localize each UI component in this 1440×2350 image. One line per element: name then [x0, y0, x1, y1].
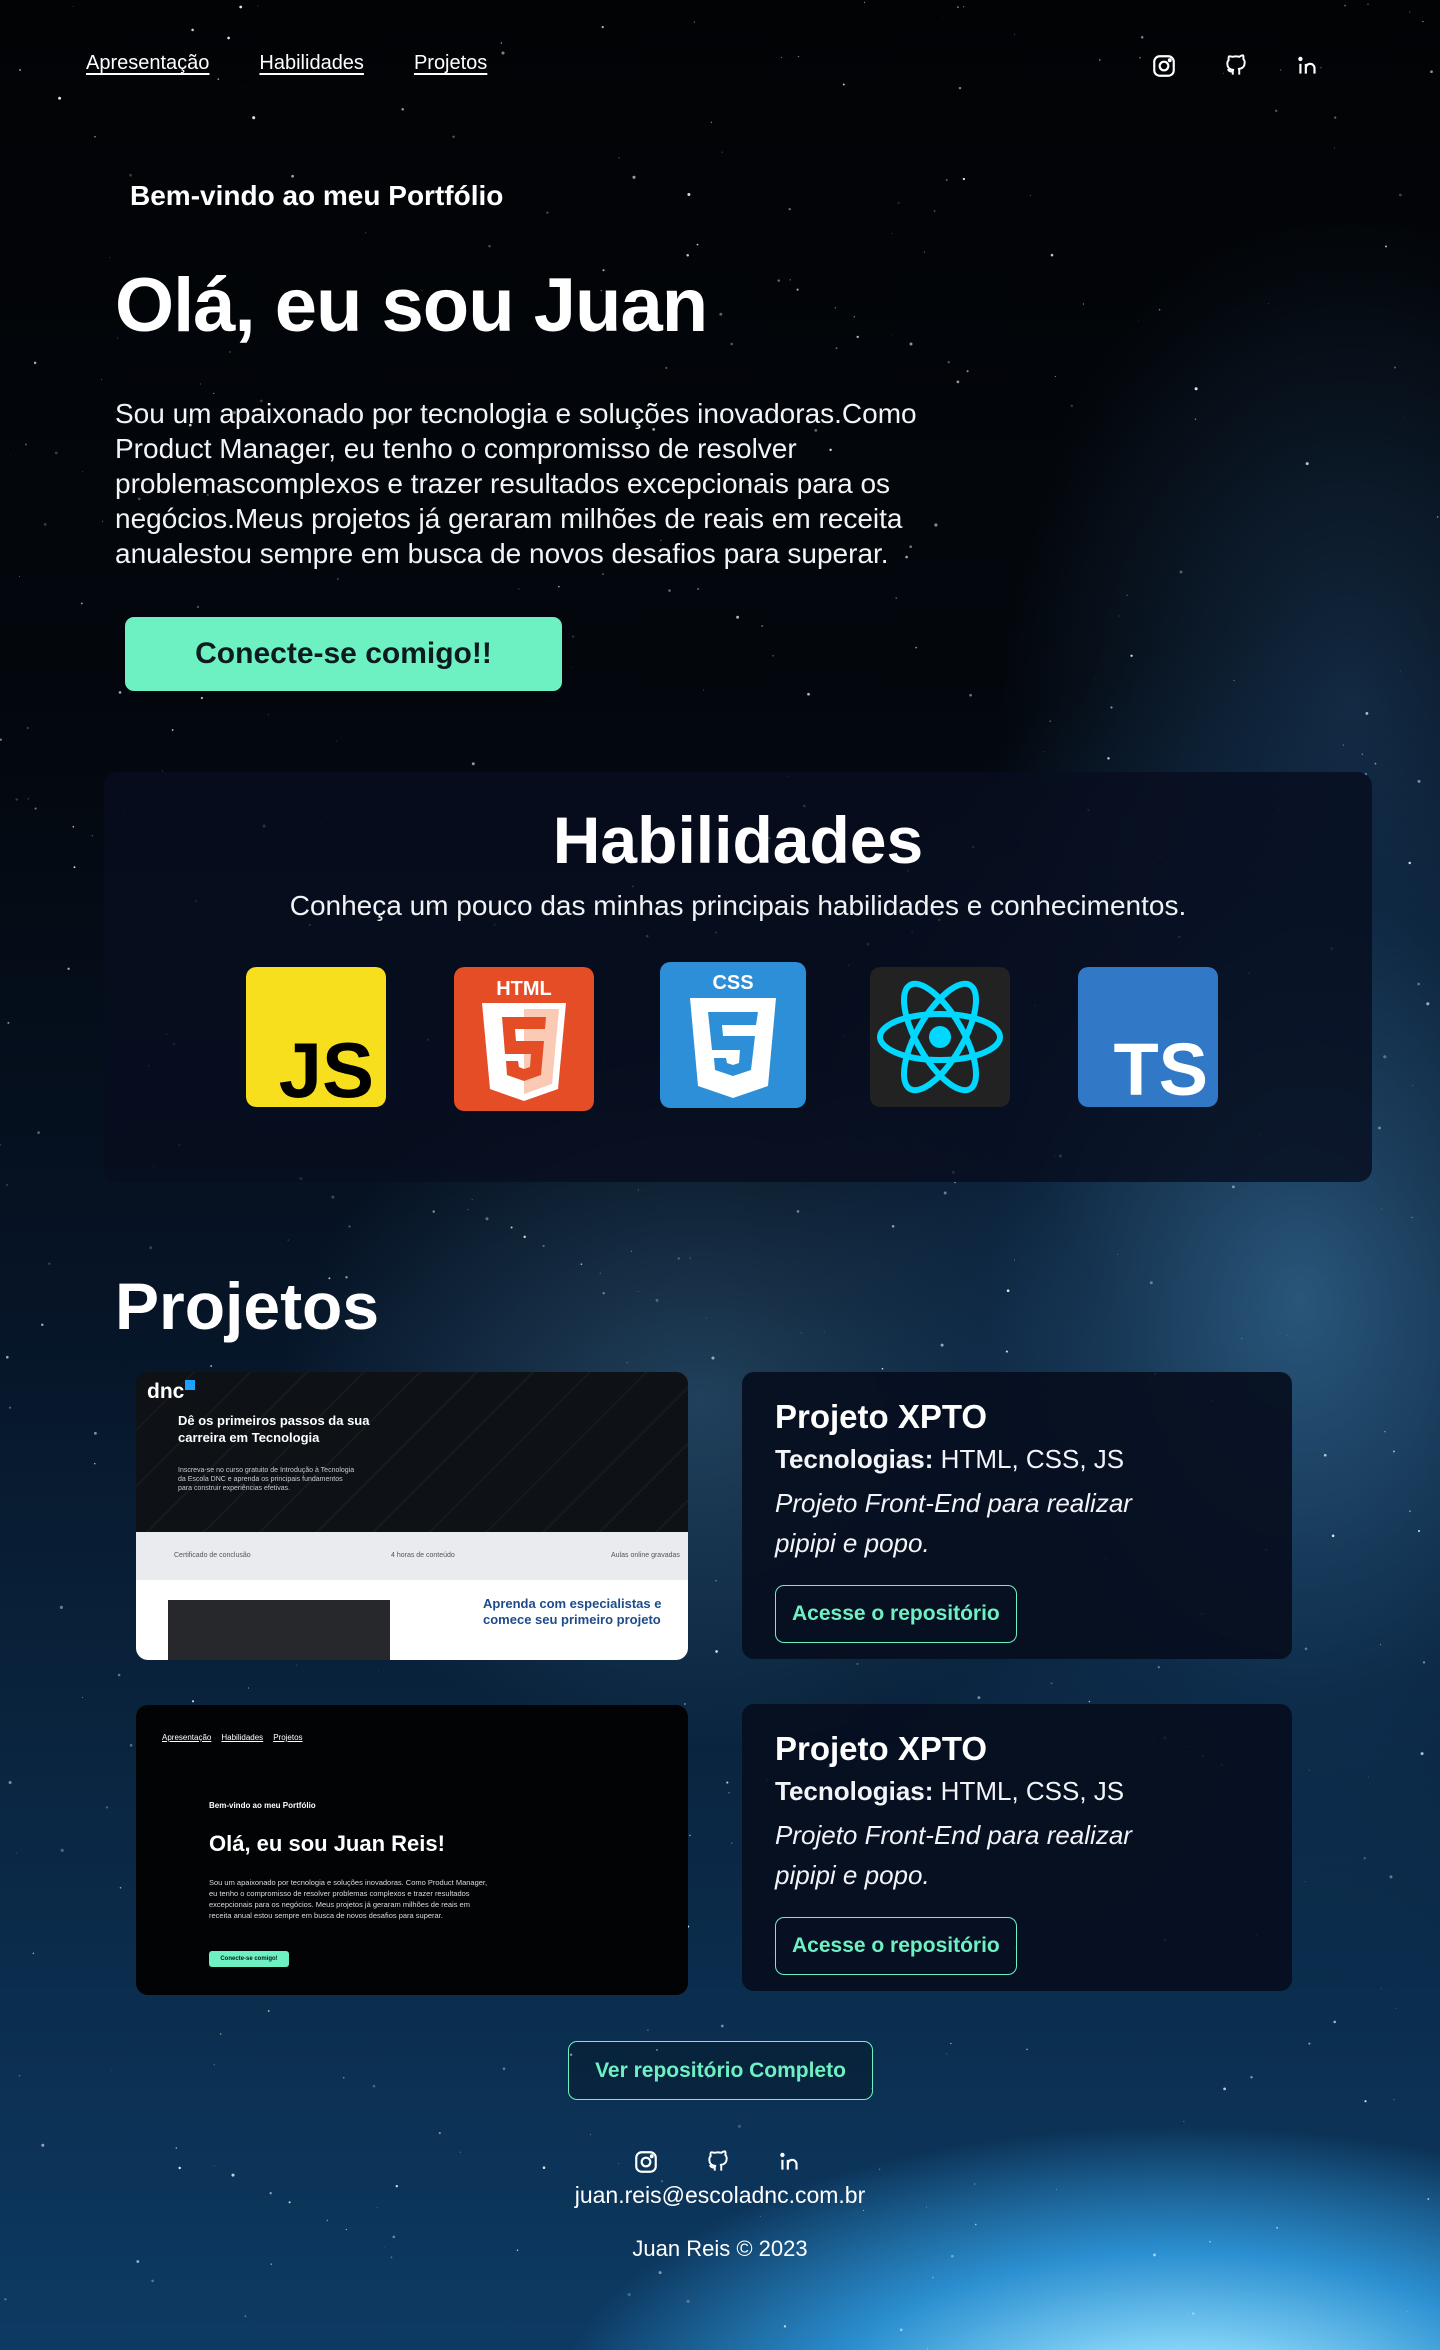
thumbnail-aprenda: Aprenda com especialistas e comece seu p…	[483, 1596, 662, 1627]
skills-title: Habilidades	[552, 803, 924, 877]
welcome-heading: Bem-vindo ao meu Portfólio	[130, 180, 504, 211]
project-tech: Tecnologias: HTML, CSS, JS	[775, 1776, 1125, 1806]
connect-button[interactable]: Conecte-se comigo!!	[125, 617, 562, 691]
thumbnail-video	[168, 1600, 390, 1660]
skills-subtitle: Conheça um pouco das minhas principais h…	[289, 890, 1187, 921]
thumbnail-button: Conecte-se comigo!	[209, 1951, 289, 1967]
instagram-icon[interactable]	[632, 2148, 660, 2176]
project-card-1: Projeto XPTO Tecnologias: HTML, CSS, JS …	[742, 1372, 1292, 1659]
thumbnail-paragraph: Inscreva-se no curso gratuito de Introdu…	[178, 1467, 355, 1492]
project-title: Projeto XPTO	[775, 1398, 988, 1435]
svg-text:HTML: HTML	[496, 978, 552, 1000]
linkedin-icon[interactable]	[1294, 52, 1322, 80]
project-tech: Tecnologias: HTML, CSS, JS	[775, 1444, 1125, 1474]
github-icon[interactable]	[1222, 52, 1250, 80]
repository-button[interactable]: Acesse o repositório	[775, 1585, 1017, 1643]
project-thumbnail-dnc: dnc Dê os primeiros passos da sua carrei…	[136, 1372, 688, 1660]
svg-text:CSS: CSS	[712, 972, 753, 994]
contact-email[interactable]: juan.reis@escoladnc.com.br	[0, 2182, 1440, 2209]
thumbnail-welcome: Bem-vindo ao meu Portfólio	[209, 1801, 316, 1810]
thumbnail-title: Olá, eu sou Juan Reis!	[209, 1831, 445, 1856]
svg-text:TS: TS	[1113, 1028, 1208, 1107]
thumbnail-content: Aprenda com especialistas e comece seu p…	[136, 1580, 688, 1660]
project-description: Projeto Front-End para realizar pipipi e…	[775, 1820, 1132, 1890]
thumbnail-nav: Apresentação Habilidades Projetos	[162, 1733, 303, 1742]
thumbnail-text: Sou um apaixonado por tecnologia e soluç…	[209, 1878, 488, 1920]
top-nav: Apresentação Habilidades Projetos	[86, 52, 487, 75]
react-logo	[870, 967, 1010, 1107]
repository-button[interactable]: Acesse o repositório	[775, 1917, 1017, 1975]
svg-text:JS: JS	[279, 1026, 374, 1107]
full-repository-button[interactable]: Ver repositório Completo	[568, 2041, 873, 2100]
feature-hours: 4 horas de conteúdo	[391, 1552, 455, 1559]
copyright: Juan Reis © 2023	[632, 2236, 808, 2261]
hero-title: Olá, eu sou Juan	[115, 263, 708, 348]
project-card-2: Projeto XPTO Tecnologias: HTML, CSS, JS …	[742, 1704, 1292, 1991]
nav-link-projetos[interactable]: Projetos	[414, 52, 487, 75]
thumbnail-feature-bar: Certificado de conclusão 4 horas de cont…	[136, 1532, 688, 1580]
dnc-logo: dnc	[147, 1380, 196, 1404]
nav-link-habilidades[interactable]: Habilidades	[259, 52, 364, 75]
projects-title: Projetos	[115, 1269, 380, 1343]
hero-description: Sou um apaixonado por tecnologia e soluç…	[115, 398, 917, 569]
nav-link-apresentacao[interactable]: Apresentação	[86, 52, 209, 75]
feature-online: Aulas online gravadas	[611, 1552, 680, 1559]
typescript-logo: TS	[1078, 967, 1218, 1107]
javascript-logo: JS	[246, 967, 386, 1107]
skills-section: Habilidades Conheça um pouco das minhas …	[104, 772, 1372, 1182]
project-title: Projeto XPTO	[775, 1730, 988, 1767]
social-links-bottom	[632, 2148, 804, 2176]
github-icon[interactable]	[704, 2148, 732, 2176]
html5-logo: HTML	[454, 967, 594, 1111]
feature-certificate: Certificado de conclusão	[174, 1552, 251, 1559]
thumbnail-hero	[136, 1372, 688, 1532]
thumbnail-heading: Dê os primeiros passos da sua carreira e…	[178, 1413, 370, 1445]
project-thumbnail-portfolio: Apresentação Habilidades Projetos Bem-vind…	[136, 1705, 688, 1995]
instagram-icon[interactable]	[1150, 52, 1178, 80]
linkedin-icon[interactable]	[776, 2148, 804, 2176]
css3-logo: CSS	[660, 962, 806, 1108]
social-links-top	[1150, 52, 1322, 80]
project-description: Projeto Front-End para realizar pipipi e…	[775, 1488, 1132, 1558]
